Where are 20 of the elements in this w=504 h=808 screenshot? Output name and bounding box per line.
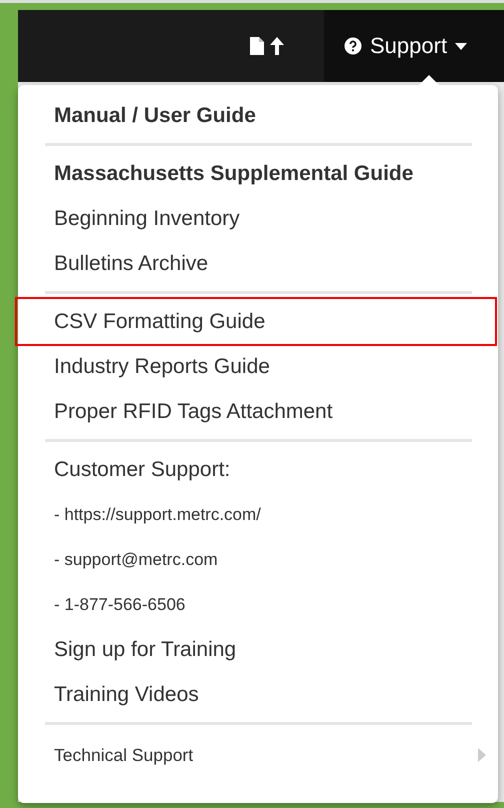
submenu-item[interactable]: Technical Support (18, 730, 498, 780)
menu-label: Customer Support: (53, 456, 232, 482)
menu-item[interactable]: Proper RFID Tags Attachment (18, 389, 498, 434)
menu-item[interactable]: Training Videos (18, 672, 498, 717)
help-icon (344, 37, 362, 55)
file-icon[interactable] (250, 37, 264, 55)
menu-item[interactable]: Beginning Inventory (18, 196, 498, 241)
contact-text: - https://support.metrc.com/ (53, 504, 262, 526)
menu-item[interactable]: Industry Reports Guide (18, 344, 498, 389)
contact-text: - support@metrc.com (53, 548, 219, 570)
menu-heading[interactable]: Massachusetts Supplemental Guide (18, 151, 498, 196)
menu-item[interactable]: Bulletins Archive (18, 241, 498, 286)
caret-icon (455, 42, 468, 50)
up-arrow-icon[interactable] (270, 37, 284, 55)
support-menu-button[interactable]: Support (324, 10, 504, 82)
menu-item[interactable]: CSV Formatting Guide (17, 299, 495, 344)
contact-text: - 1-877-566-6506 (53, 594, 186, 616)
menu-item[interactable]: Sign up for Training (18, 627, 498, 672)
menu-heading[interactable]: Manual / User Guide (18, 93, 498, 138)
chevron-right-icon (478, 748, 486, 762)
